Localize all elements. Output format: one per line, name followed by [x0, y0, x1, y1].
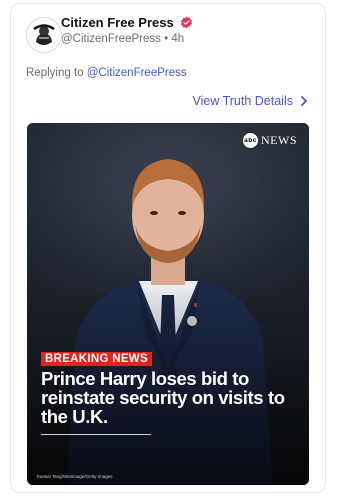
photo-credit: Karwai Tang/Wireimage/Getty Images — [37, 474, 113, 479]
timestamp[interactable]: 4h — [171, 33, 184, 45]
handle-meta: @CitizenFreePress • 4h — [61, 33, 184, 45]
post-card: Citizen Free Press @CitizenFreePress • 4… — [10, 3, 326, 493]
breaking-news-label: BREAKING NEWS — [41, 352, 152, 366]
replying-handle-link[interactable]: @CitizenFreePress — [87, 67, 187, 79]
replying-prefix: Replying to — [26, 67, 84, 79]
network-logo: abc NEWS — [243, 133, 297, 148]
headline: Prince Harry loses bid to reinstate secu… — [41, 368, 285, 427]
network-label: NEWS — [261, 133, 297, 147]
replying-to: Replying to @CitizenFreePress — [26, 67, 187, 79]
handle[interactable]: @CitizenFreePress — [61, 33, 161, 45]
avatar[interactable] — [26, 17, 62, 53]
media-image[interactable]: abc NEWS BREAKING NEWS Prince Harry lose… — [27, 123, 309, 485]
view-details-label: View Truth Details — [192, 94, 293, 108]
verified-badge-icon — [180, 16, 192, 29]
chevron-right-icon — [301, 96, 307, 106]
abc-badge: abc — [243, 133, 258, 148]
display-name[interactable]: Citizen Free Press — [61, 15, 174, 30]
avatar-logo-icon — [27, 18, 61, 52]
view-details-link[interactable]: View Truth Details — [192, 94, 309, 108]
separator: • — [164, 33, 169, 45]
headline-divider — [41, 434, 151, 435]
photo-illustration — [27, 123, 309, 485]
